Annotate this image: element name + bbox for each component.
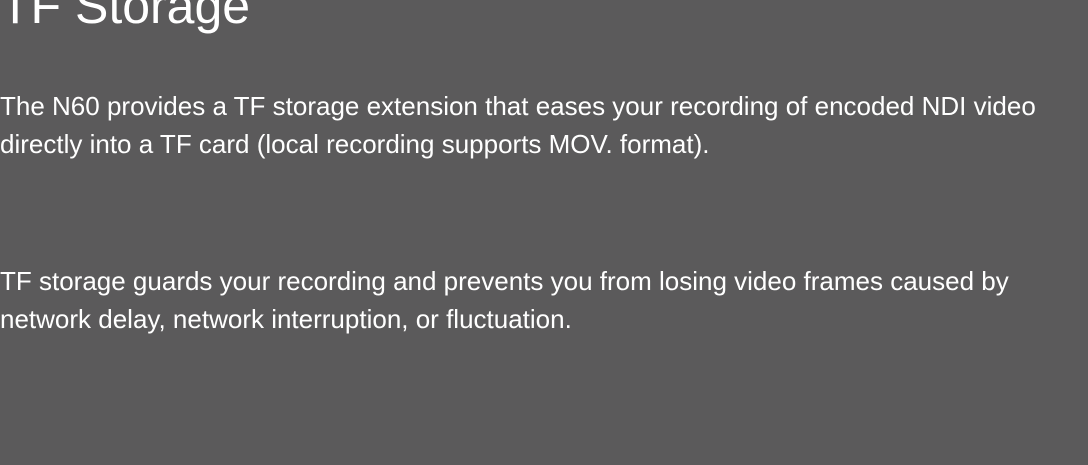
benefit-paragraph: TF storage guards your recording and pre…: [0, 266, 1009, 334]
intro-paragraph: The N60 provides a TF storage extension …: [0, 91, 1036, 159]
page-title: TF Storage: [0, 0, 251, 34]
tf-storage-section: TF Storage The N60 provides a TF storage…: [0, 0, 1088, 465]
